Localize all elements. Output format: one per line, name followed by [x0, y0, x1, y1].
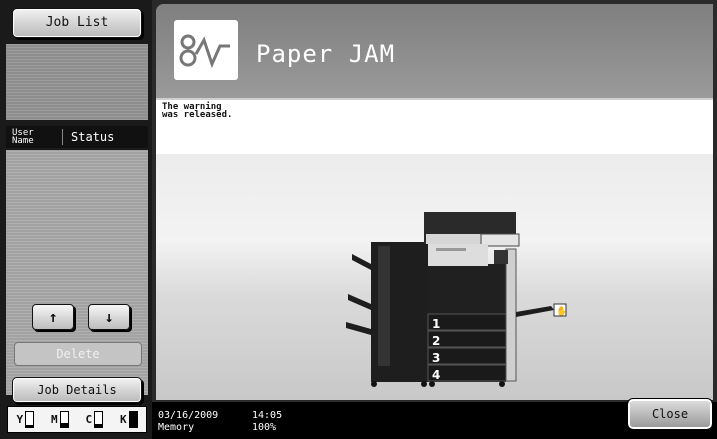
title-bar: Paper JAM — [156, 4, 713, 98]
toner-fill — [26, 424, 34, 427]
tray-number-1: 1 — [432, 317, 441, 331]
close-button[interactable]: Close — [627, 398, 713, 430]
toner-label: K — [119, 413, 127, 426]
left-panel-area — [6, 44, 148, 120]
toner-black: K — [120, 411, 138, 428]
job-list-button[interactable]: Job List — [12, 8, 142, 38]
page-title: Paper JAM — [256, 40, 396, 68]
memory-label: Memory — [158, 422, 195, 433]
status-column-header: Status — [71, 130, 115, 144]
toner-fill — [129, 412, 137, 427]
toner-label: Y — [16, 413, 24, 426]
printer-diagram: ✋ 1 2 3 4 — [156, 154, 713, 400]
toner-magenta: M — [51, 411, 69, 428]
tray-number-2: 2 — [432, 334, 441, 348]
paper-jam-icon — [174, 20, 238, 80]
tray-number-4: 4 — [432, 368, 441, 382]
delete-button[interactable]: Delete — [14, 342, 142, 366]
warning-message: The warning was released. — [162, 102, 233, 120]
toner-label: C — [85, 413, 93, 426]
main-panel: Paper JAM The warning was released. ✋ 1 … — [156, 4, 713, 400]
left-sidebar: Job List User Name Status ↑ ↓ Delete Job… — [0, 0, 152, 439]
job-details-button[interactable]: Job Details — [12, 377, 142, 403]
job-list-header: User Name Status — [6, 126, 148, 148]
tray-number-3: 3 — [432, 351, 441, 365]
date-display: 03/16/2009 — [158, 410, 219, 421]
scroll-up-button[interactable]: ↑ — [32, 304, 74, 330]
toner-yellow: Y — [16, 411, 35, 428]
svg-text:✋: ✋ — [556, 305, 567, 317]
message-area: The warning was released. — [156, 100, 713, 154]
toner-fill — [60, 423, 68, 427]
toner-levels: Y M C K — [7, 406, 147, 433]
memory-value: 100% — [252, 422, 277, 433]
toner-cyan: C — [85, 411, 104, 428]
time-display: 14:05 — [252, 410, 283, 421]
user-name-column-header: User Name — [6, 129, 63, 146]
toner-label: M — [50, 413, 58, 426]
scroll-down-button[interactable]: ↓ — [88, 304, 130, 330]
toner-fill — [95, 424, 103, 427]
